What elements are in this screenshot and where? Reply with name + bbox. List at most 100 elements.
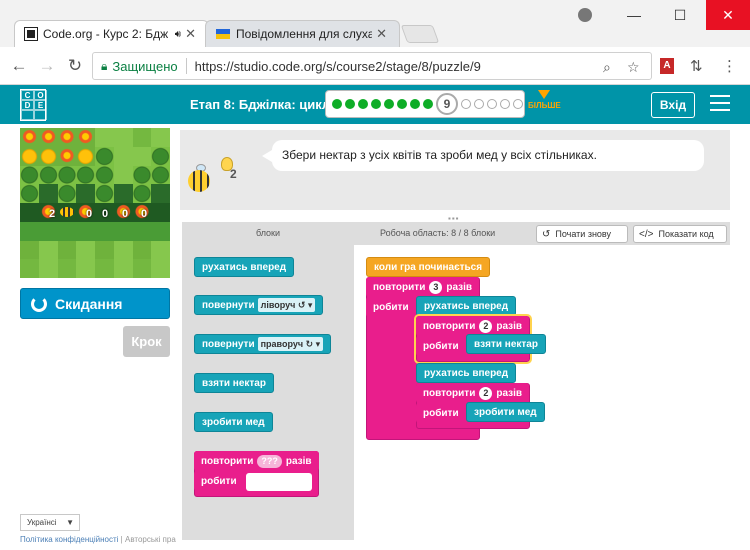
toolbox-title: блоки	[255, 228, 281, 238]
url-text[interactable]: https://studio.code.org/s/course2/stage/…	[195, 59, 481, 74]
extension-arrows-icon[interactable]: ⇅	[690, 57, 703, 75]
repeat-outer-header[interactable]: повторити 3 разів	[366, 277, 480, 297]
bush	[151, 165, 170, 185]
block-turn-left[interactable]: повернути ліворуч ↺ ▾	[194, 295, 324, 315]
site-header: C O D E Етап 8: Бджілка: цикли 9 БІЛЬШЕ …	[0, 85, 750, 124]
forward-icon[interactable]: →	[36, 56, 58, 76]
repeat-count-field[interactable]: ???	[257, 454, 282, 468]
divider	[185, 58, 187, 74]
block-when-run[interactable]: коли гра починається	[366, 257, 491, 277]
flower	[57, 128, 77, 147]
bush	[132, 184, 152, 203]
close-window-icon[interactable]: ✕	[706, 0, 750, 30]
block-label: разів	[496, 320, 523, 332]
bush	[95, 165, 114, 185]
address-bar[interactable]: 🔒︎ Защищено https://studio.code.org/s/co…	[92, 52, 652, 80]
step-button[interactable]: Крок	[123, 326, 170, 357]
repeat-count-field[interactable]: 2	[479, 319, 493, 333]
bush	[57, 165, 77, 185]
progress-dot-complete[interactable]	[358, 99, 368, 109]
block-turn-right[interactable]: повернути праворуч ↻ ▾	[194, 334, 332, 354]
logo-letter: E	[34, 100, 47, 110]
repeat-inner-header[interactable]: повторити 2 разів	[416, 383, 530, 403]
block-label: повторити	[423, 320, 476, 332]
progress-dot-empty[interactable]	[487, 99, 497, 109]
progress-dot-complete[interactable]	[384, 99, 394, 109]
back-icon[interactable]: ←	[8, 56, 30, 76]
undo-icon: ↺	[542, 228, 551, 240]
tab-code-org[interactable]: Code.org - Курс 2: Бдж 🔊︎ ✕	[14, 20, 209, 47]
honeycomb	[76, 146, 95, 166]
grass	[113, 240, 133, 260]
flower	[20, 128, 39, 147]
block-get-nectar[interactable]: взяти нектар	[466, 334, 546, 354]
stage-title[interactable]: Етап 8: Бджілка: цикли	[190, 97, 338, 112]
maze-path-row	[20, 203, 170, 222]
copyright-link[interactable]: Авторські пра	[125, 535, 176, 544]
repeat-header[interactable]: повторити ??? разів	[194, 451, 319, 471]
speaker-icon[interactable]: 🔊︎	[175, 29, 181, 40]
menu-dots-icon[interactable]: ⋮	[722, 57, 737, 75]
block-make-honey[interactable]: зробити мед	[466, 402, 545, 422]
hint-count[interactable]: 2	[230, 167, 237, 181]
block-move-forward[interactable]: рухатись вперед	[416, 296, 517, 316]
progress-dot-complete[interactable]	[345, 99, 355, 109]
direction-dropdown[interactable]: ліворуч ↺ ▾	[257, 298, 316, 312]
block-label: повернути	[202, 338, 255, 350]
program-canvas[interactable]: коли гра починається повторити 3 разів р…	[354, 245, 730, 540]
progress-dot-complete[interactable]	[371, 99, 381, 109]
flower	[38, 128, 58, 147]
progress-dot-complete[interactable]	[397, 99, 407, 109]
show-code-label: Показати код	[658, 229, 714, 239]
block-move-forward[interactable]: рухатись вперед	[194, 257, 295, 277]
grass	[95, 128, 114, 147]
grass	[38, 240, 58, 260]
language-select[interactable]: Українсі ▼	[20, 514, 80, 531]
code-brackets-icon: </>	[639, 228, 654, 240]
restart-button[interactable]: ↺ Почати знову	[536, 225, 628, 243]
nectar-count: 0	[102, 208, 109, 220]
profile-icon[interactable]	[578, 8, 592, 22]
repeat-count-field[interactable]: 3	[429, 280, 443, 294]
progress-dot-complete[interactable]	[332, 99, 342, 109]
repeat-count-field[interactable]: 2	[479, 386, 493, 400]
grass	[151, 240, 170, 260]
bush	[20, 184, 39, 203]
new-tab-button[interactable]	[400, 25, 440, 43]
pdf-extension-icon[interactable]: A	[660, 58, 674, 74]
minimize-icon[interactable]: —	[614, 0, 654, 30]
show-code-button[interactable]: </> Показати код	[633, 225, 727, 243]
privacy-link[interactable]: Політика конфіденційності	[20, 535, 118, 544]
progress-dot-empty[interactable]	[500, 99, 510, 109]
tab-messages[interactable]: Повідомлення для слуха ✕	[205, 20, 400, 47]
progress-dot-complete[interactable]	[410, 99, 420, 109]
reload-icon[interactable]: ↻	[64, 56, 86, 76]
code-org-logo[interactable]: C O D E	[20, 89, 47, 121]
restart-label: Почати знову	[555, 229, 611, 239]
repeat-inner-header[interactable]: повторити 2 разів	[416, 316, 530, 336]
block-move-forward[interactable]: рухатись вперед	[416, 363, 517, 383]
workspace-title: Робоча область: 8 / 8 блоки	[380, 228, 496, 238]
maximize-icon[interactable]: ☐	[660, 0, 700, 30]
repeat-empty-slot[interactable]	[246, 473, 312, 491]
grass	[113, 165, 133, 185]
sign-in-button[interactable]: Вхід	[651, 92, 695, 118]
progress-dot-empty[interactable]	[474, 99, 484, 109]
hamburger-menu-icon[interactable]	[710, 95, 730, 116]
zoom-icon[interactable]: ⌕	[603, 59, 611, 76]
reset-button[interactable]: Скидання	[20, 288, 170, 319]
reset-icon	[31, 295, 47, 312]
close-icon[interactable]: ✕	[185, 26, 196, 42]
progress-dot-complete[interactable]	[423, 99, 433, 109]
block-get-nectar[interactable]: взяти нектар	[194, 373, 274, 393]
instructions-panel: Збери нектар з усіх квітів та зроби мед …	[180, 130, 730, 210]
more-button[interactable]: БІЛЬШЕ	[528, 90, 561, 110]
progress-dot-empty[interactable]	[513, 99, 523, 109]
direction-dropdown[interactable]: праворуч ↻ ▾	[257, 337, 324, 351]
honeycomb	[20, 146, 39, 166]
close-icon[interactable]: ✕	[376, 26, 387, 42]
bookmark-star-icon[interactable]: ☆	[627, 59, 640, 76]
progress-dot-empty[interactable]	[461, 99, 471, 109]
block-make-honey[interactable]: зробити мед	[194, 412, 273, 432]
progress-dot-current[interactable]: 9	[436, 93, 458, 115]
